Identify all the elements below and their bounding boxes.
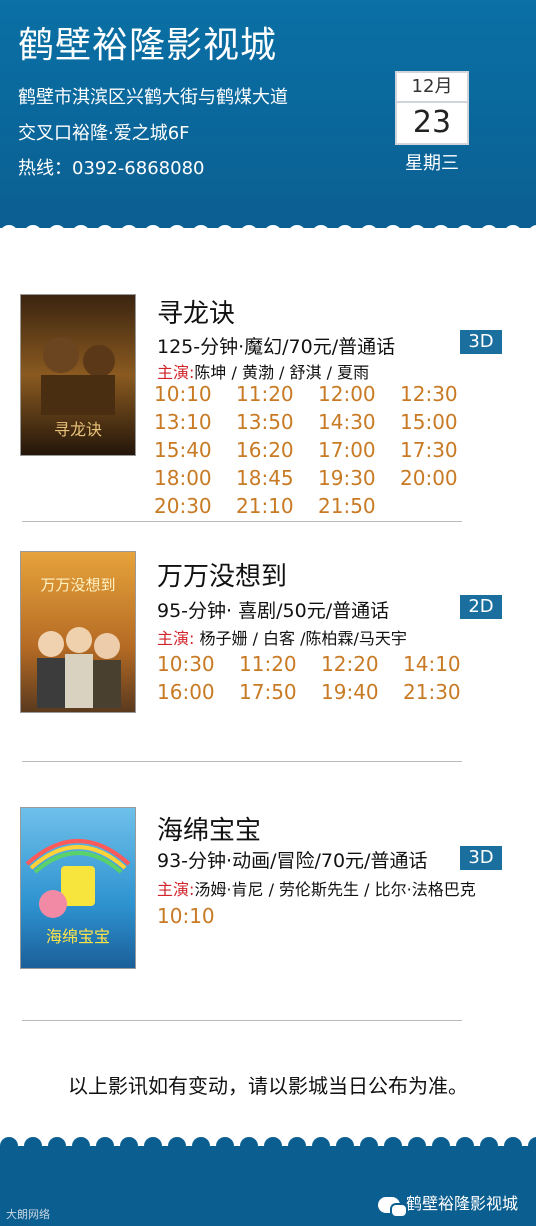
cast-names: 陈坤 / 黄渤 / 舒淇 / 夏雨 xyxy=(194,363,370,382)
divider xyxy=(22,1020,462,1021)
showtime[interactable]: 12:20 xyxy=(321,652,403,676)
svg-text:海绵宝宝: 海绵宝宝 xyxy=(46,927,110,946)
cast-names: 杨子姗 / 白客 /陈柏霖/马天宇 xyxy=(194,629,407,648)
showtime[interactable]: 13:50 xyxy=(236,410,318,434)
showtime[interactable]: 16:00 xyxy=(157,680,239,704)
showtime[interactable]: 11:20 xyxy=(239,652,321,676)
showtimes-2: 10:30 11:20 12:20 14:10 16:00 17:50 19:4… xyxy=(157,652,497,704)
divider xyxy=(22,761,462,762)
calendar-day: 23 xyxy=(395,103,469,145)
showtime[interactable]: 20:00 xyxy=(400,466,482,490)
showtime[interactable]: 21:50 xyxy=(318,494,400,518)
showtime[interactable]: 10:10 xyxy=(154,382,236,406)
svg-text:寻龙诀: 寻龙诀 xyxy=(54,420,102,439)
showtime[interactable]: 10:10 xyxy=(157,904,239,928)
movie-poster-1[interactable]: 寻龙诀 xyxy=(20,294,136,456)
cast-label: 主演: xyxy=(157,363,195,382)
calendar-weekday: 星期三 xyxy=(405,153,459,174)
showtime[interactable]: 20:30 xyxy=(154,494,236,518)
showtime[interactable]: 21:30 xyxy=(403,680,485,704)
movie-cast-2: 主演: 杨子姗 / 白客 /陈柏霖/马天宇 xyxy=(157,625,407,649)
movie-cast-3: 主演:汤姆·肯尼 / 劳伦斯先生 / 比尔·法格巴克 xyxy=(157,876,476,900)
showtime[interactable]: 15:40 xyxy=(154,438,236,462)
footer: 鹤壁裕隆影视城 大朗网络 xyxy=(0,1150,536,1226)
showtime[interactable]: 14:30 xyxy=(318,410,400,434)
movie-info-2: 95-分钟· 喜剧/50元/普通话 xyxy=(157,600,390,622)
cast-names: 汤姆·肯尼 / 劳伦斯先生 / 比尔·法格巴克 xyxy=(194,880,476,899)
showtime[interactable]: 15:00 xyxy=(400,410,482,434)
showtime[interactable]: 12:30 xyxy=(400,382,482,406)
format-badge-2: 2D xyxy=(460,595,502,619)
svg-text:万万没想到: 万万没想到 xyxy=(40,576,115,594)
showtime[interactable]: 16:20 xyxy=(236,438,318,462)
movie-title-2: 万万没想到 xyxy=(157,562,288,592)
showtime[interactable]: 17:50 xyxy=(239,680,321,704)
showtimes-3: 10:10 xyxy=(157,904,497,928)
showtime[interactable]: 10:30 xyxy=(157,652,239,676)
showtime[interactable]: 18:45 xyxy=(236,466,318,490)
showtime[interactable]: 14:10 xyxy=(403,652,485,676)
showtime[interactable]: 18:00 xyxy=(154,466,236,490)
showtime[interactable]: 17:30 xyxy=(400,438,482,462)
cast-label: 主演: xyxy=(157,629,195,648)
movie-title-3: 海绵宝宝 xyxy=(157,816,262,846)
wechat-icon xyxy=(377,1196,408,1218)
divider xyxy=(22,521,462,522)
movie-poster-3[interactable]: 海绵宝宝 xyxy=(20,807,136,969)
showtimes-1: 10:10 11:20 12:00 12:30 13:10 13:50 14:3… xyxy=(154,382,494,518)
format-badge-3: 3D xyxy=(460,846,502,870)
hotline: 热线：0392-6868080 xyxy=(18,158,205,179)
showtime[interactable]: 19:40 xyxy=(321,680,403,704)
showtime[interactable]: 12:00 xyxy=(318,382,400,406)
cinema-title: 鹤壁裕隆影视城 xyxy=(18,25,278,66)
showtime[interactable]: 13:10 xyxy=(154,410,236,434)
movie-info-3: 93-分钟·动画/冒险/70元/普通话 xyxy=(157,850,428,872)
movie-info-1: 125-分钟·魔幻/70元/普通话 xyxy=(157,336,396,358)
cinema-header: 鹤壁裕隆影视城 鹤壁市淇滨区兴鹤大街与鹤煤大道 交叉口裕隆·爱之城6F 热线：0… xyxy=(0,0,536,228)
footer-brand-name: 鹤壁裕隆影视城 xyxy=(405,1194,518,1213)
showtime[interactable]: 17:00 xyxy=(318,438,400,462)
movie-cast-1: 主演:陈坤 / 黄渤 / 舒淇 / 夏雨 xyxy=(157,359,369,383)
showtime[interactable]: 19:30 xyxy=(318,466,400,490)
ticket-scallop-top xyxy=(0,200,536,240)
cast-label: 主演: xyxy=(157,880,195,899)
showtime[interactable]: 11:20 xyxy=(236,382,318,406)
format-badge-1: 3D xyxy=(460,330,502,354)
wechat-account[interactable]: 鹤壁裕隆影视城 xyxy=(377,1190,518,1218)
movie-title-1: 寻龙诀 xyxy=(157,299,236,329)
watermark: 大朗网络 xyxy=(6,1208,50,1221)
address-line-2: 交叉口裕隆·爱之城6F xyxy=(18,123,190,144)
date-calendar: 12月 23 星期三 xyxy=(395,71,469,175)
calendar-month: 12月 xyxy=(395,71,469,103)
movie-poster-2[interactable]: 万万没想到 xyxy=(20,551,136,713)
address-line-1: 鹤壁市淇滨区兴鹤大街与鹤煤大道 xyxy=(18,87,288,108)
schedule-notice: 以上影讯如有变动，请以影城当日公布为准。 xyxy=(68,1074,468,1098)
showtime[interactable]: 21:10 xyxy=(236,494,318,518)
